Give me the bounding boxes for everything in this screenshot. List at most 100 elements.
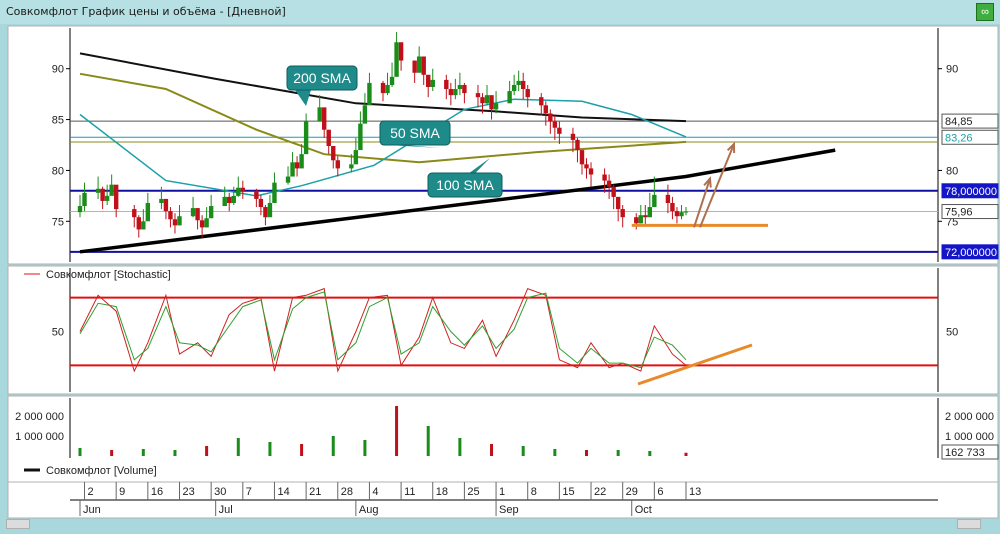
candle — [113, 184, 119, 210]
candle — [552, 121, 558, 128]
volume-y-tick: 1 000 000 — [15, 431, 64, 443]
time-day-label: 8 — [531, 486, 537, 498]
candle — [493, 103, 499, 110]
price-tag: 75,96 — [945, 207, 973, 219]
candle — [349, 164, 354, 169]
candle — [267, 202, 273, 218]
candle — [204, 218, 209, 228]
candle — [448, 89, 454, 96]
time-day-label: 1 — [499, 486, 505, 498]
candle — [272, 182, 277, 203]
volume-bar — [616, 450, 620, 456]
candle — [195, 208, 200, 221]
volume-bar — [585, 450, 589, 456]
time-day-label: 22 — [594, 486, 606, 498]
candle — [77, 206, 83, 213]
candle — [584, 164, 589, 169]
volume-legend: Совкомфлот [Volume] — [46, 465, 157, 477]
candle — [638, 215, 643, 224]
candle — [145, 202, 151, 222]
candle — [132, 209, 137, 218]
time-day-label: 7 — [246, 486, 252, 498]
stochastic-y-tick: 50 — [52, 327, 64, 339]
candle — [475, 93, 481, 98]
candle — [575, 139, 580, 151]
candle — [489, 95, 494, 110]
scroll-left-button[interactable] — [6, 519, 30, 529]
candle — [385, 84, 390, 94]
time-month-label: Aug — [359, 504, 379, 516]
time-day-label: 11 — [404, 486, 415, 498]
candle — [620, 209, 625, 218]
candle — [647, 207, 653, 218]
price-tag: 83,26 — [945, 132, 973, 144]
candle — [570, 133, 576, 140]
candle — [299, 154, 304, 169]
chart-window: Совкомфлот График цены и объёма - [Дневн… — [0, 0, 1000, 534]
time-day-label: 23 — [182, 486, 194, 498]
candle — [254, 190, 259, 199]
time-day-label: 9 — [119, 486, 125, 498]
candle — [412, 60, 417, 73]
stochastic-legend: Совкомфлот [Stochastic] — [46, 269, 171, 281]
time-day-label: 30 — [214, 486, 226, 498]
candle — [430, 79, 435, 88]
candle — [394, 42, 399, 77]
time-day-label: 16 — [151, 486, 163, 498]
candle — [484, 95, 490, 104]
candle — [611, 186, 616, 197]
candle — [358, 123, 363, 151]
volume-last-value: 162 733 — [945, 447, 985, 459]
candle — [457, 84, 463, 90]
candle — [285, 176, 291, 183]
candle — [163, 198, 169, 212]
candle — [516, 80, 521, 85]
stochastic-panel — [7, 265, 999, 395]
candle — [606, 180, 612, 187]
candle — [208, 206, 214, 219]
candle — [231, 195, 236, 203]
price-right-tick: 80 — [946, 165, 958, 177]
volume-bar — [236, 438, 240, 456]
stochastic-right-tick: 50 — [946, 327, 958, 339]
scroll-right-button[interactable] — [957, 519, 981, 529]
volume-bar — [490, 444, 494, 456]
volume-bar — [78, 448, 82, 456]
candle — [453, 89, 458, 96]
time-day-label: 29 — [626, 486, 638, 498]
callout-50-sma-label: 50 SMA — [390, 125, 440, 141]
candle — [543, 105, 549, 114]
time-day-label: 21 — [309, 486, 321, 498]
candle — [615, 196, 621, 210]
candle — [331, 146, 336, 161]
volume-bar — [684, 452, 688, 456]
candle — [199, 220, 205, 228]
candle — [421, 56, 426, 75]
price-tag: 84,85 — [945, 116, 973, 128]
volume-bar — [141, 449, 145, 456]
price-y-tick: 80 — [52, 165, 64, 177]
candle — [335, 160, 340, 169]
callout-100-sma-label: 100 SMA — [436, 177, 494, 193]
candle — [520, 80, 526, 90]
candle — [634, 217, 639, 224]
time-day-label: 18 — [436, 486, 448, 498]
candle — [380, 82, 386, 94]
candle — [236, 187, 241, 196]
candle — [95, 188, 101, 193]
candle — [303, 121, 309, 155]
volume-right-tick: 1 000 000 — [945, 431, 994, 443]
volume-bar — [521, 446, 525, 456]
candle — [480, 97, 485, 104]
volume-bar — [648, 451, 652, 456]
price-y-tick: 85 — [52, 115, 64, 127]
candle — [679, 212, 684, 217]
candle — [602, 174, 607, 181]
time-month-label: Oct — [635, 504, 652, 516]
candle — [159, 198, 164, 203]
candle — [136, 217, 141, 230]
candle — [263, 207, 268, 218]
candle — [168, 211, 173, 220]
volume-bar — [363, 440, 367, 456]
price-panel — [7, 25, 999, 265]
